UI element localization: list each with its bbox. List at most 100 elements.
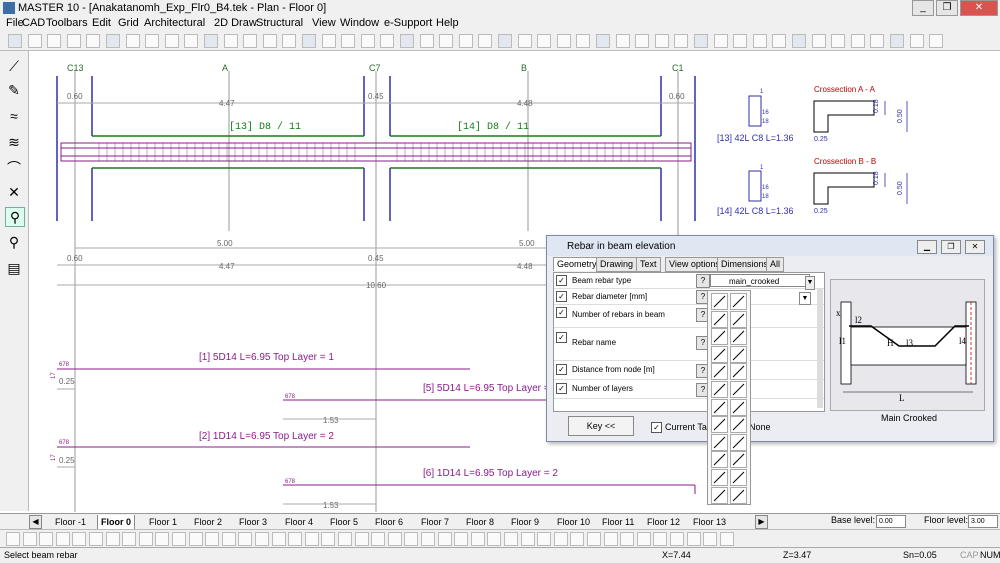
bottom-toolbar-button-icon[interactable] — [39, 532, 54, 546]
toolbar-button-icon[interactable] — [478, 34, 493, 48]
rebar-shape-option-icon[interactable] — [730, 398, 747, 416]
bottom-toolbar-button-icon[interactable] — [719, 532, 734, 546]
pipette-icon[interactable]: ⚲ — [5, 233, 23, 251]
bottom-toolbar-button-icon[interactable] — [155, 532, 170, 546]
rebar-shape-option-icon[interactable] — [711, 328, 728, 346]
menu-2d-draw[interactable]: 2D Draw — [214, 17, 257, 29]
rebar-shape-option-icon[interactable] — [730, 486, 747, 504]
toolbar-button-icon[interactable] — [380, 34, 395, 48]
floor-tab[interactable]: Floor 6 — [372, 515, 406, 529]
bottom-toolbar-button-icon[interactable] — [105, 532, 120, 546]
floor-tab[interactable]: Floor 4 — [282, 515, 316, 529]
toolbar-button-icon[interactable] — [752, 34, 767, 48]
tab-view-options[interactable]: View options — [665, 257, 724, 272]
bottom-toolbar-button-icon[interactable] — [304, 532, 319, 546]
eyedropper-icon[interactable]: ⚲ — [5, 207, 25, 227]
tab-geometry[interactable]: Geometry — [553, 257, 601, 271]
bottom-toolbar-button-icon[interactable] — [504, 532, 518, 546]
toolbar-button-icon[interactable] — [439, 34, 454, 48]
floor-level-input[interactable]: 3.00 — [968, 515, 998, 528]
toolbar-button-icon[interactable] — [27, 34, 42, 48]
rebar-shape-option-icon[interactable] — [730, 310, 747, 328]
key-button[interactable]: Key << — [568, 416, 634, 436]
bottom-toolbar-button-icon[interactable] — [387, 532, 402, 546]
toolbar-button-icon[interactable] — [713, 34, 728, 48]
property-scrollbar[interactable] — [817, 288, 823, 408]
property-help-button[interactable]: ? — [696, 274, 710, 288]
toolbar-button-icon[interactable] — [400, 34, 414, 48]
toolbar-button-icon[interactable] — [890, 34, 904, 48]
rebar-shape-option-icon[interactable] — [730, 433, 747, 451]
toolbar-button-icon[interactable] — [615, 34, 630, 48]
toolbar-button-icon[interactable] — [106, 34, 120, 48]
menu-window[interactable]: Window — [340, 17, 379, 29]
bottom-toolbar-button-icon[interactable] — [454, 532, 469, 546]
toolbar-button-icon[interactable] — [145, 34, 160, 48]
bottom-toolbar-button-icon[interactable] — [188, 532, 203, 546]
floor-tab[interactable]: Floor 2 — [191, 515, 225, 529]
rebar-shape-option-icon[interactable] — [730, 381, 747, 398]
edit-icon[interactable]: ▤ — [5, 259, 23, 277]
dialog-close-button[interactable]: ✕ — [965, 240, 985, 254]
toolbar-button-icon[interactable] — [654, 34, 669, 48]
menu-toolbars[interactable]: Toolbars — [46, 17, 88, 29]
bottom-toolbar-button-icon[interactable] — [670, 532, 684, 546]
bottom-toolbar-button-icon[interactable] — [603, 532, 618, 546]
rebar-shape-option-icon[interactable] — [711, 381, 728, 398]
toolbar-button-icon[interactable] — [929, 34, 944, 48]
floor-tab[interactable]: Floor 0 — [97, 515, 136, 530]
bottom-toolbar-button-icon[interactable] — [487, 532, 502, 546]
rebar-shape-option-icon[interactable] — [711, 486, 728, 504]
toolbar-button-icon[interactable] — [556, 34, 571, 48]
toolbar-button-icon[interactable] — [282, 34, 297, 48]
close-button[interactable]: ✕ — [960, 0, 998, 16]
bottom-toolbar-button-icon[interactable] — [371, 532, 386, 546]
dialog-minimize-button[interactable]: ▁ — [917, 240, 937, 254]
rebar-shape-option-icon[interactable] — [711, 469, 728, 486]
bottom-toolbar-button-icon[interactable] — [437, 532, 452, 546]
stirrup-tool-icon[interactable]: ≋ — [5, 133, 23, 151]
floor-tab[interactable]: Floor 11 — [599, 515, 637, 529]
bottom-toolbar-button-icon[interactable] — [271, 532, 286, 546]
property-checkbox[interactable]: ✓ — [556, 383, 567, 394]
bend-tool-icon[interactable]: ⌒ — [5, 159, 23, 177]
toolbar-button-icon[interactable] — [596, 34, 610, 48]
rebar-tool-icon[interactable]: ≈ — [5, 107, 23, 125]
floor-tab[interactable]: Floor 8 — [463, 515, 497, 529]
toolbar-button-icon[interactable] — [458, 34, 473, 48]
dialog-restore-button[interactable]: ❐ — [941, 240, 961, 254]
toolbar-button-icon[interactable] — [909, 34, 924, 48]
bottom-toolbar-button-icon[interactable] — [470, 532, 485, 546]
menu-cad[interactable]: CAD — [22, 17, 45, 29]
toolbar-button-icon[interactable] — [517, 34, 532, 48]
bottom-toolbar-button-icon[interactable] — [653, 532, 668, 546]
cross-tool-icon[interactable]: ✕ — [5, 183, 23, 201]
toolbar-button-icon[interactable] — [831, 34, 846, 48]
minimize-button[interactable]: _ — [912, 0, 934, 16]
toolbar-button-icon[interactable] — [204, 34, 218, 48]
menu-architectural[interactable]: Architectural — [144, 17, 205, 29]
bottom-toolbar-button-icon[interactable] — [537, 532, 552, 546]
toolbar-button-icon[interactable] — [262, 34, 277, 48]
rebar-shape-option-icon[interactable] — [711, 398, 728, 416]
toolbar-button-icon[interactable] — [125, 34, 140, 48]
floor-tab[interactable]: Floor 7 — [418, 515, 452, 529]
bottom-toolbar-button-icon[interactable] — [172, 532, 186, 546]
bottom-toolbar-button-icon[interactable] — [122, 532, 137, 546]
tabs-next-arrow[interactable]: ▶ — [755, 515, 768, 529]
tab-text[interactable]: Text — [636, 257, 661, 272]
type-dropdown-arrow[interactable]: ▼ — [805, 276, 815, 290]
tab-dimensions[interactable]: Dimensions — [717, 257, 773, 272]
tabs-prev-arrow[interactable]: ◀ — [29, 515, 42, 529]
line-tool-icon[interactable]: ⟋ — [5, 57, 23, 75]
tab-all[interactable]: All — [766, 257, 785, 272]
property-checkbox[interactable]: ✓ — [556, 275, 567, 286]
toolbar-button-icon[interactable] — [341, 34, 356, 48]
property-value-select[interactable]: main_crooked — [710, 274, 810, 287]
toolbar-button-icon[interactable] — [8, 34, 22, 48]
none-label[interactable]: None — [749, 422, 771, 432]
toolbar-button-icon[interactable] — [733, 34, 748, 48]
toolbar-button-icon[interactable] — [811, 34, 826, 48]
rebar-shape-option-icon[interactable] — [730, 451, 747, 469]
toolbar-button-icon[interactable] — [223, 34, 238, 48]
